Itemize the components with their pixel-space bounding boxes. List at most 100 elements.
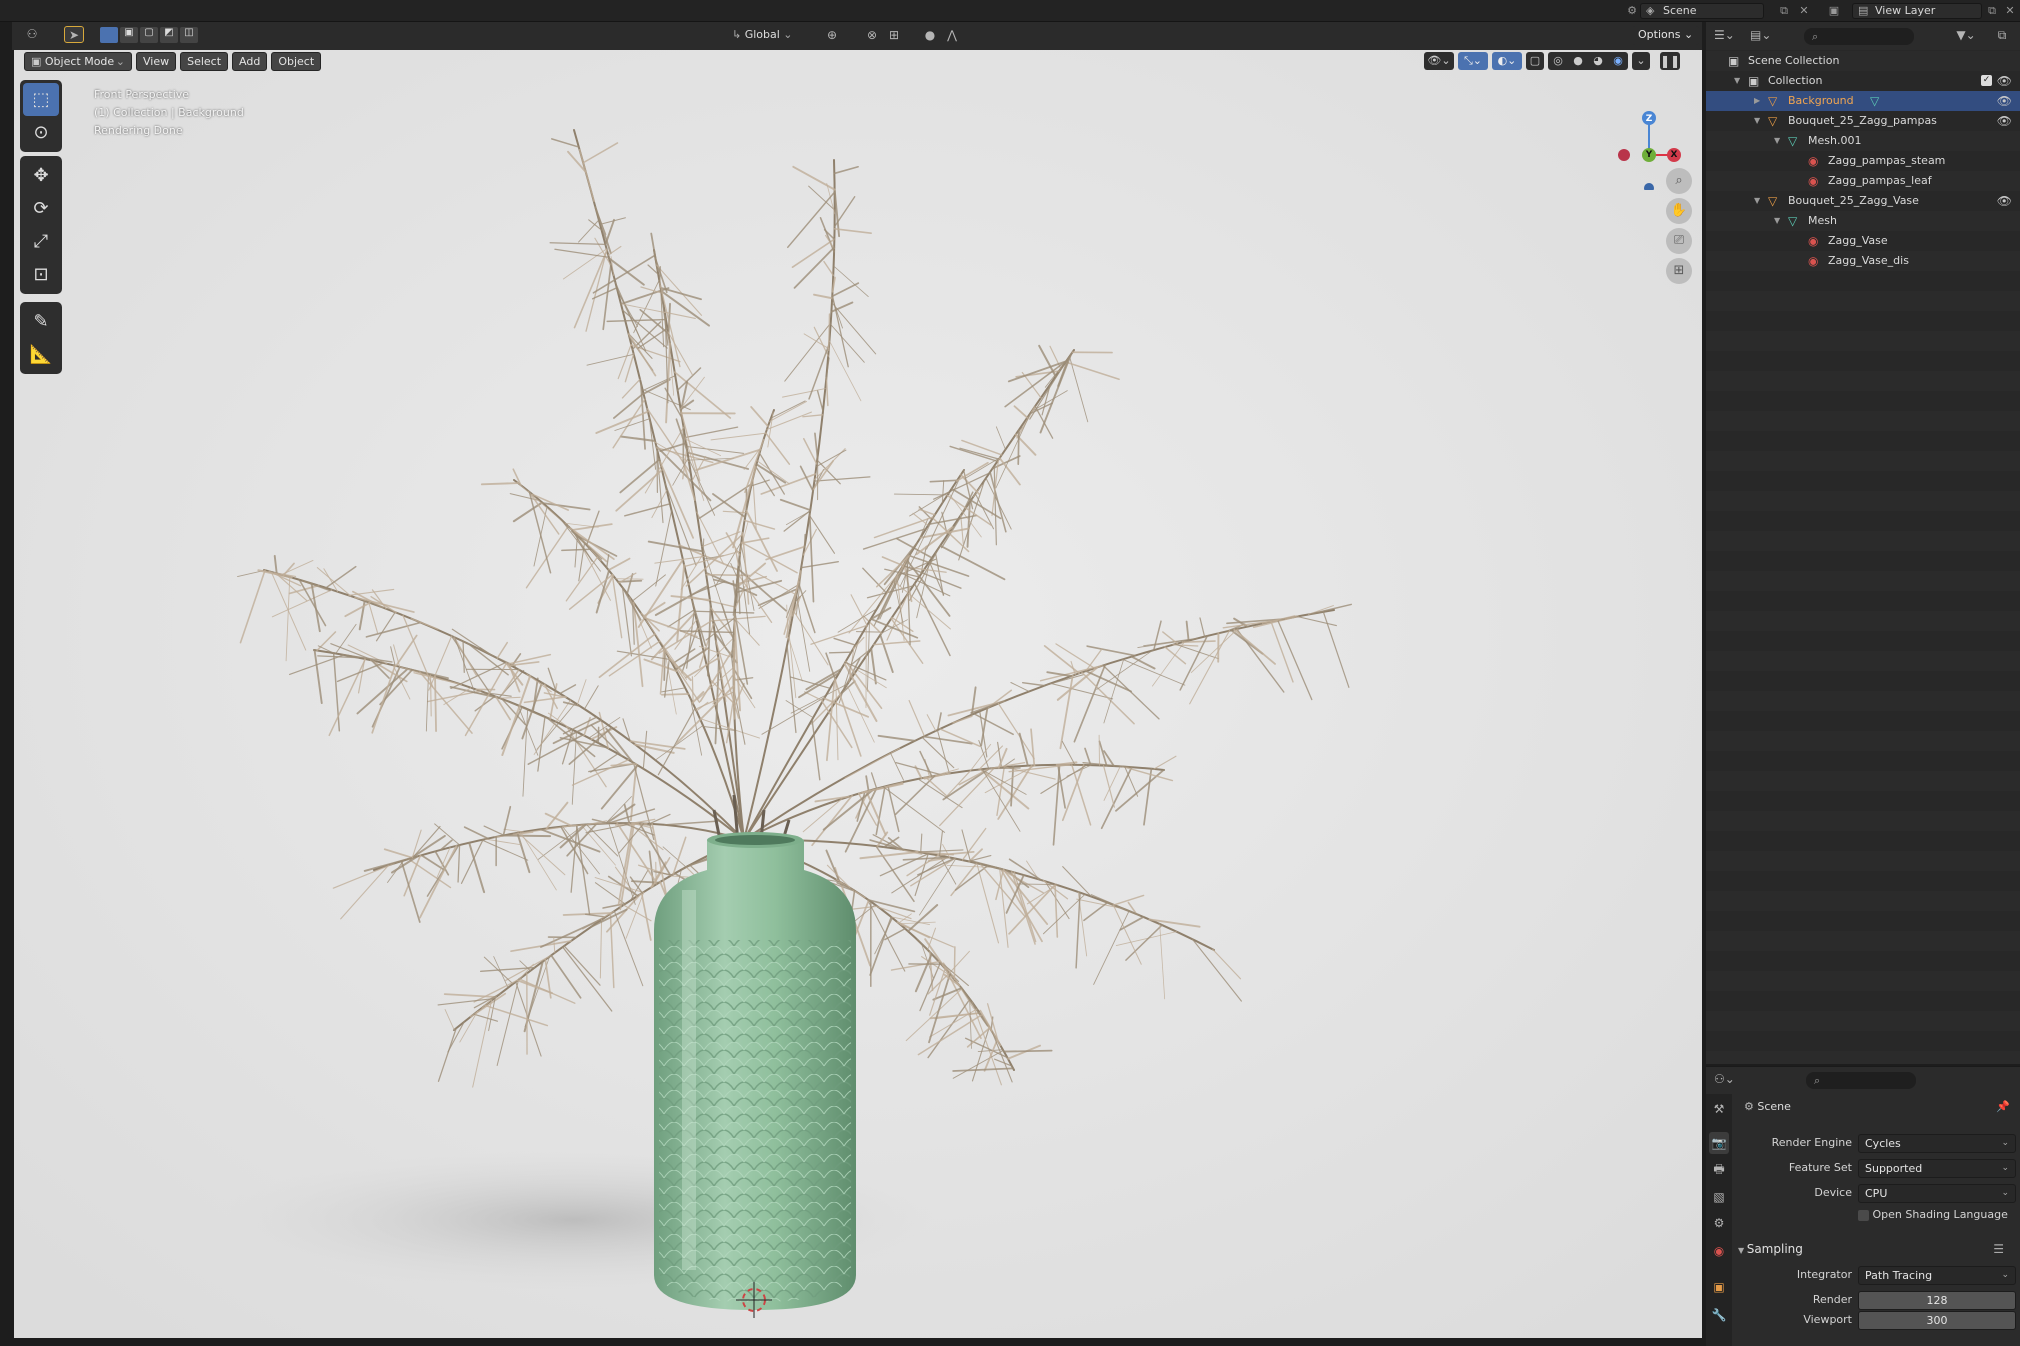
render-engine-dropdown[interactable]: Cycles ⌄ — [1858, 1134, 2016, 1153]
wireframe-shading-icon[interactable]: ◎ — [1553, 52, 1563, 70]
view-layer-selector[interactable]: ▤ View Layer — [1852, 3, 1982, 19]
scene-tab-icon[interactable]: ⚙ — [1709, 1212, 1729, 1234]
pin-icon[interactable]: 📌 — [1996, 1100, 2010, 1113]
select-subtract-icon[interactable]: ▢ — [140, 27, 158, 43]
expand-triangle-icon[interactable]: ▼ — [1774, 211, 1780, 231]
osl-checkbox[interactable] — [1858, 1209, 1869, 1221]
properties-search-input[interactable]: ⌕ — [1806, 1072, 1916, 1089]
object-tab-icon[interactable]: ▣ — [1709, 1276, 1729, 1298]
scene-icon[interactable]: ⚙ — [1624, 4, 1640, 18]
move-icon[interactable]: ✥ — [23, 159, 59, 192]
device-dropdown[interactable]: CPU ⌄ — [1858, 1184, 2016, 1203]
visibility-icon[interactable]: 👁⌄ — [1424, 52, 1454, 70]
measure-icon[interactable]: 📐 — [23, 338, 59, 371]
select-menu[interactable]: Select — [180, 52, 229, 71]
visibility-eye-icon[interactable]: 👁 — [1997, 111, 2012, 131]
outliner-row-mesh[interactable]: ▼ ▽ Mesh — [1706, 211, 2020, 231]
outliner-editor-type-icon[interactable]: ☰⌄ — [1714, 27, 1735, 44]
feature-set-dropdown[interactable]: Supported ⌄ — [1858, 1159, 2016, 1178]
select-new-icon[interactable] — [100, 27, 118, 43]
new-view-layer-icon[interactable]: ⧉ — [1984, 4, 2000, 18]
falloff-icon[interactable]: ⋀ — [942, 27, 962, 44]
expand-triangle-icon[interactable]: ▼ — [1754, 111, 1760, 131]
integrator-dropdown[interactable]: Path Tracing ⌄ — [1858, 1266, 2016, 1285]
mode-dropdown[interactable]: ▣ Object Mode ⌄ — [24, 52, 132, 71]
expand-triangle-icon[interactable]: ▼ — [1734, 71, 1740, 91]
camera-view-icon[interactable]: ⎚ — [1666, 228, 1692, 254]
overlay-toggle-icon[interactable]: ◐⌄ — [1492, 52, 1522, 70]
pan-hand-icon[interactable]: ✋ — [1666, 198, 1692, 224]
filter-icon[interactable]: ▼⌄ — [1956, 27, 1976, 44]
solid-shading-icon[interactable]: ● — [1573, 52, 1583, 70]
remove-scene-icon[interactable]: ✕ — [1796, 4, 1812, 18]
3d-viewport[interactable]: Front Perspective (1) Collection | Backg… — [14, 50, 1702, 1338]
scale-icon[interactable]: ⤢ — [23, 225, 59, 258]
editor-type-icon[interactable]: ⚇ — [22, 26, 42, 43]
visibility-eye-icon[interactable]: 👁 — [1997, 191, 2012, 211]
shading-options-icon[interactable]: ⌄ — [1632, 52, 1650, 70]
material-shading-icon[interactable]: ◕ — [1593, 52, 1603, 70]
outliner-row-vase[interactable]: ▼ ▽ Bouquet_25_Zagg_Vase 👁 — [1706, 191, 2020, 211]
modifier-tab-icon[interactable]: 🔧 — [1709, 1304, 1729, 1326]
select-intersect-icon[interactable]: ◫ — [180, 27, 198, 43]
new-scene-icon[interactable]: ⧉ — [1776, 4, 1792, 18]
object-menu[interactable]: Object — [271, 52, 322, 71]
display-mode-icon[interactable]: ▤⌄ — [1750, 27, 1771, 44]
exclude-checkbox[interactable]: ✓ — [1981, 75, 1992, 86]
osl-checkbox-row[interactable]: Open Shading Language — [1858, 1208, 2008, 1221]
outliner-row-scene-collection[interactable]: ▣ Scene Collection — [1706, 51, 2020, 71]
rendered-shading-icon[interactable]: ◉ — [1613, 52, 1623, 70]
outliner-row-material[interactable]: ◉ Zagg_Vase — [1706, 231, 2020, 251]
gizmo-toggle-icon[interactable]: ⤡⌄ — [1458, 52, 1488, 70]
cursor-icon[interactable]: ⊙ — [23, 116, 59, 149]
select-invert-icon[interactable]: ◩ — [160, 27, 178, 43]
outliner-row-material[interactable]: ◉ Zagg_pampas_steam — [1706, 151, 2020, 171]
view-layer-tab-icon[interactable]: ▧ — [1709, 1186, 1729, 1208]
ortho-grid-icon[interactable]: ⊞ — [1666, 258, 1692, 284]
view-layer-icon[interactable]: ▣ — [1826, 4, 1842, 18]
properties-editor-type-icon[interactable]: ⚇⌄ — [1714, 1071, 1735, 1088]
outliner-row-collection[interactable]: ▼ ▣ Collection ✓ 👁 — [1706, 71, 2020, 91]
expand-triangle-icon[interactable]: ▼ — [1754, 191, 1760, 211]
outliner-empty-area[interactable] — [1706, 271, 2020, 1064]
view-menu[interactable]: View — [136, 52, 177, 71]
render-samples-field[interactable]: 128 — [1858, 1291, 2016, 1310]
select-box-icon[interactable]: ⬚ — [23, 83, 59, 116]
visibility-eye-icon[interactable]: 👁 — [1997, 91, 2012, 111]
render-tab-icon[interactable]: 📷 — [1709, 1132, 1729, 1154]
outliner-row-material[interactable]: ◉ Zagg_pampas_leaf — [1706, 171, 2020, 191]
outliner-row-background[interactable]: ▶ ▽ Background ▽ 👁 — [1706, 91, 2020, 111]
outliner-search-input[interactable]: ⌕ — [1804, 28, 1914, 45]
outliner-row-pampas[interactable]: ▼ ▽ Bouquet_25_Zagg_pampas 👁 — [1706, 111, 2020, 131]
annotate-icon[interactable]: ✎ — [23, 305, 59, 338]
pivot-point-icon[interactable]: ⊕ — [822, 27, 842, 44]
proportional-edit-icon[interactable]: ● — [920, 27, 940, 44]
options-dropdown[interactable]: Options ⌄ — [1632, 26, 1700, 45]
presets-list-icon[interactable]: ☰ — [1993, 1238, 2004, 1260]
visibility-eye-icon[interactable]: 👁 — [1997, 71, 2012, 91]
tool-tab-icon[interactable]: ⚒ — [1709, 1098, 1729, 1120]
xray-icon[interactable]: ▢ — [1526, 52, 1544, 70]
sampling-panel-header[interactable]: ▼ Sampling ☰ — [1738, 1238, 2020, 1260]
outliner-row-material[interactable]: ◉ Zagg_Vase_dis — [1706, 251, 2020, 271]
transform-orientation-dropdown[interactable]: ↳ Global ⌄ — [732, 28, 832, 41]
pause-render-icon[interactable]: ❚❚ — [1660, 52, 1680, 70]
snap-target-icon[interactable]: ⊞ — [884, 27, 904, 44]
zoom-icon[interactable]: ⌕ — [1666, 168, 1692, 194]
viewport-samples-field[interactable]: 300 — [1858, 1311, 2016, 1330]
transform-icon[interactable]: ⊡ — [23, 258, 59, 291]
select-extend-icon[interactable]: ▣ — [120, 27, 138, 43]
world-tab-icon[interactable]: ◉ — [1709, 1240, 1729, 1262]
expand-triangle-icon[interactable]: ▼ — [1774, 131, 1780, 151]
mesh-data-icon[interactable]: ▽ — [1870, 91, 1879, 111]
remove-view-layer-icon[interactable]: ✕ — [2002, 4, 2018, 18]
rotate-icon[interactable]: ⟳ — [23, 192, 59, 225]
expand-triangle-icon[interactable]: ▶ — [1754, 91, 1760, 111]
output-tab-icon[interactable]: 🖶 — [1709, 1158, 1729, 1180]
add-menu[interactable]: Add — [232, 52, 268, 71]
scene-selector[interactable]: ◈ Scene — [1640, 3, 1764, 19]
select-tool-icon[interactable]: ➤ — [64, 26, 84, 43]
outliner-row-mesh-001[interactable]: ▼ ▽ Mesh.001 — [1706, 131, 2020, 151]
snap-icon[interactable]: ⊗ — [862, 27, 882, 44]
new-collection-icon[interactable]: ⧉ — [1992, 27, 2012, 44]
